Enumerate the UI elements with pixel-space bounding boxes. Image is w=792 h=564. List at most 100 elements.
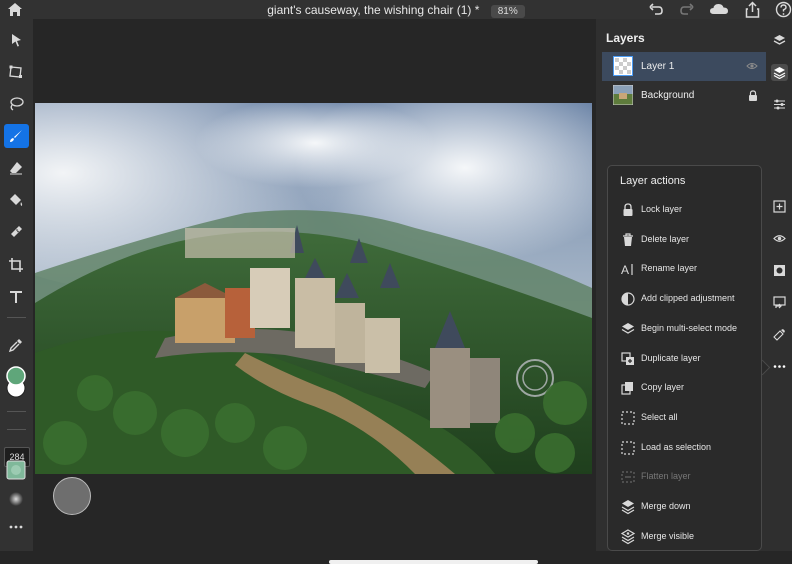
eye-icon[interactable] xyxy=(746,61,758,71)
crop-tool[interactable] xyxy=(4,253,29,277)
action-label: Merge down xyxy=(641,501,691,511)
touch-shortcut-button[interactable] xyxy=(53,477,91,515)
layer-row-layer-1[interactable]: Layer 1 xyxy=(602,52,766,81)
home-icon[interactable] xyxy=(7,2,23,17)
action-rename-layer[interactable]: A Rename layer xyxy=(608,258,761,280)
paint-bucket-icon xyxy=(10,194,23,206)
action-label: Rename layer xyxy=(641,263,698,274)
action-flatten-layer: Flatten layer xyxy=(608,466,761,488)
marquee-icon xyxy=(621,440,635,455)
action-label: Duplicate layer xyxy=(641,352,701,363)
layers-stack-icon xyxy=(773,35,786,45)
more-layer-actions-rail-button[interactable] xyxy=(771,358,788,375)
layer-row-background[interactable]: Background xyxy=(602,81,766,110)
layer-properties-rail-button[interactable] xyxy=(771,64,788,81)
redo-icon[interactable] xyxy=(679,1,696,18)
duplicate-icon xyxy=(621,351,634,365)
more-tools-icon[interactable] xyxy=(9,524,23,530)
document-image[interactable] xyxy=(35,103,592,474)
svg-text:A: A xyxy=(621,263,629,277)
lock-icon[interactable] xyxy=(748,90,758,101)
more-icon xyxy=(773,365,786,368)
action-select-all[interactable]: Select all xyxy=(608,407,761,429)
adjustments-rail-button[interactable] xyxy=(771,96,788,113)
add-layer-icon xyxy=(773,200,786,213)
cloud-icon[interactable] xyxy=(709,1,729,18)
layer-thumbnail xyxy=(613,56,633,76)
action-duplicate-layer[interactable]: Duplicate layer xyxy=(608,348,761,370)
layer-style-rail-button[interactable] xyxy=(771,326,788,343)
action-label: Select all xyxy=(641,411,678,422)
layer-actions-title: Layer actions xyxy=(620,175,686,187)
toolbar-divider xyxy=(7,429,26,430)
adjustment-icon xyxy=(621,292,635,306)
transform-icon xyxy=(9,65,22,78)
type-tool[interactable] xyxy=(4,285,29,309)
eyedropper-icon xyxy=(8,339,22,353)
lock-icon xyxy=(623,203,633,216)
action-label: Add clipped adjustment xyxy=(641,293,735,304)
layers-icon xyxy=(621,322,635,334)
move-tool[interactable] xyxy=(4,28,29,52)
undo-icon[interactable] xyxy=(647,1,664,18)
action-label: Lock layer xyxy=(641,204,683,214)
brush-color-swatch[interactable] xyxy=(6,460,26,480)
toolbar-divider xyxy=(7,411,26,412)
action-label: Merge visible xyxy=(641,530,695,541)
layers-rail-button[interactable] xyxy=(771,32,788,49)
trash-icon xyxy=(623,233,633,246)
mask-rail-button[interactable] xyxy=(771,262,788,279)
top-bar: giant's causeway, the wishing chair (1) … xyxy=(0,0,792,19)
clip-rail-button[interactable] xyxy=(771,294,788,311)
lasso-tool[interactable] xyxy=(4,92,29,116)
document-title[interactable]: giant's causeway, the wishing chair (1) … xyxy=(267,3,479,17)
transform-tool[interactable] xyxy=(4,60,29,84)
paintbrush-layer-icon xyxy=(773,329,785,341)
action-label: Copy layer xyxy=(641,382,685,393)
action-load-as-selection[interactable]: Load as selection xyxy=(608,437,761,459)
brush-icon xyxy=(10,130,22,142)
canvas-area[interactable] xyxy=(33,19,596,564)
rename-icon: A xyxy=(621,263,633,277)
visibility-rail-button[interactable] xyxy=(771,230,788,247)
action-delete-layer[interactable]: Delete layer xyxy=(608,229,761,251)
action-copy-layer[interactable]: Copy layer xyxy=(608,377,761,399)
action-label: Flatten layer xyxy=(641,471,691,482)
help-icon[interactable] xyxy=(775,1,792,18)
fill-tool[interactable] xyxy=(4,188,29,212)
move-arrow-icon xyxy=(12,34,21,47)
marquee-icon xyxy=(621,411,635,425)
action-begin-multi-select-mode[interactable]: Begin multi-select mode xyxy=(608,318,761,340)
brush-tool[interactable] xyxy=(4,124,29,148)
add-layer-rail-button[interactable] xyxy=(771,198,788,215)
merge-visible-icon xyxy=(620,528,636,544)
layer-thumbnail xyxy=(613,85,633,105)
layer-actions-popover: Layer actions Lock layer Delete layer A Ren… xyxy=(607,165,762,551)
brush-softness-icon[interactable] xyxy=(9,492,23,506)
lasso-icon xyxy=(10,97,24,111)
flatten-icon xyxy=(621,471,635,483)
layer-name: Layer 1 xyxy=(641,61,675,72)
action-merge-visible[interactable]: Merge visible xyxy=(608,526,761,548)
layers-panel-title: Layers xyxy=(606,31,645,45)
tool-bar: 284 xyxy=(0,19,33,551)
type-icon xyxy=(10,291,22,303)
clipping-mask-icon xyxy=(773,296,786,309)
home-indicator xyxy=(329,560,538,564)
healing-tool[interactable] xyxy=(4,220,29,244)
mask-icon xyxy=(774,265,785,276)
action-label: Delete layer xyxy=(641,233,690,244)
sliders-icon xyxy=(774,99,785,110)
healing-brush-icon xyxy=(11,226,22,237)
zoom-level[interactable]: 81% xyxy=(490,5,525,18)
toolbar-divider xyxy=(7,317,26,318)
action-add-clipped-adjustment[interactable]: Add clipped adjustment xyxy=(608,288,761,310)
action-label: Load as selection xyxy=(641,441,712,452)
share-icon[interactable] xyxy=(744,1,761,18)
eraser-tool[interactable] xyxy=(4,156,29,180)
action-merge-down[interactable]: Merge down xyxy=(608,496,761,518)
eraser-icon xyxy=(10,162,22,175)
color-swatches[interactable] xyxy=(4,364,28,400)
action-lock-layer[interactable]: Lock layer xyxy=(608,199,761,221)
eyedropper-tool[interactable] xyxy=(4,333,29,357)
